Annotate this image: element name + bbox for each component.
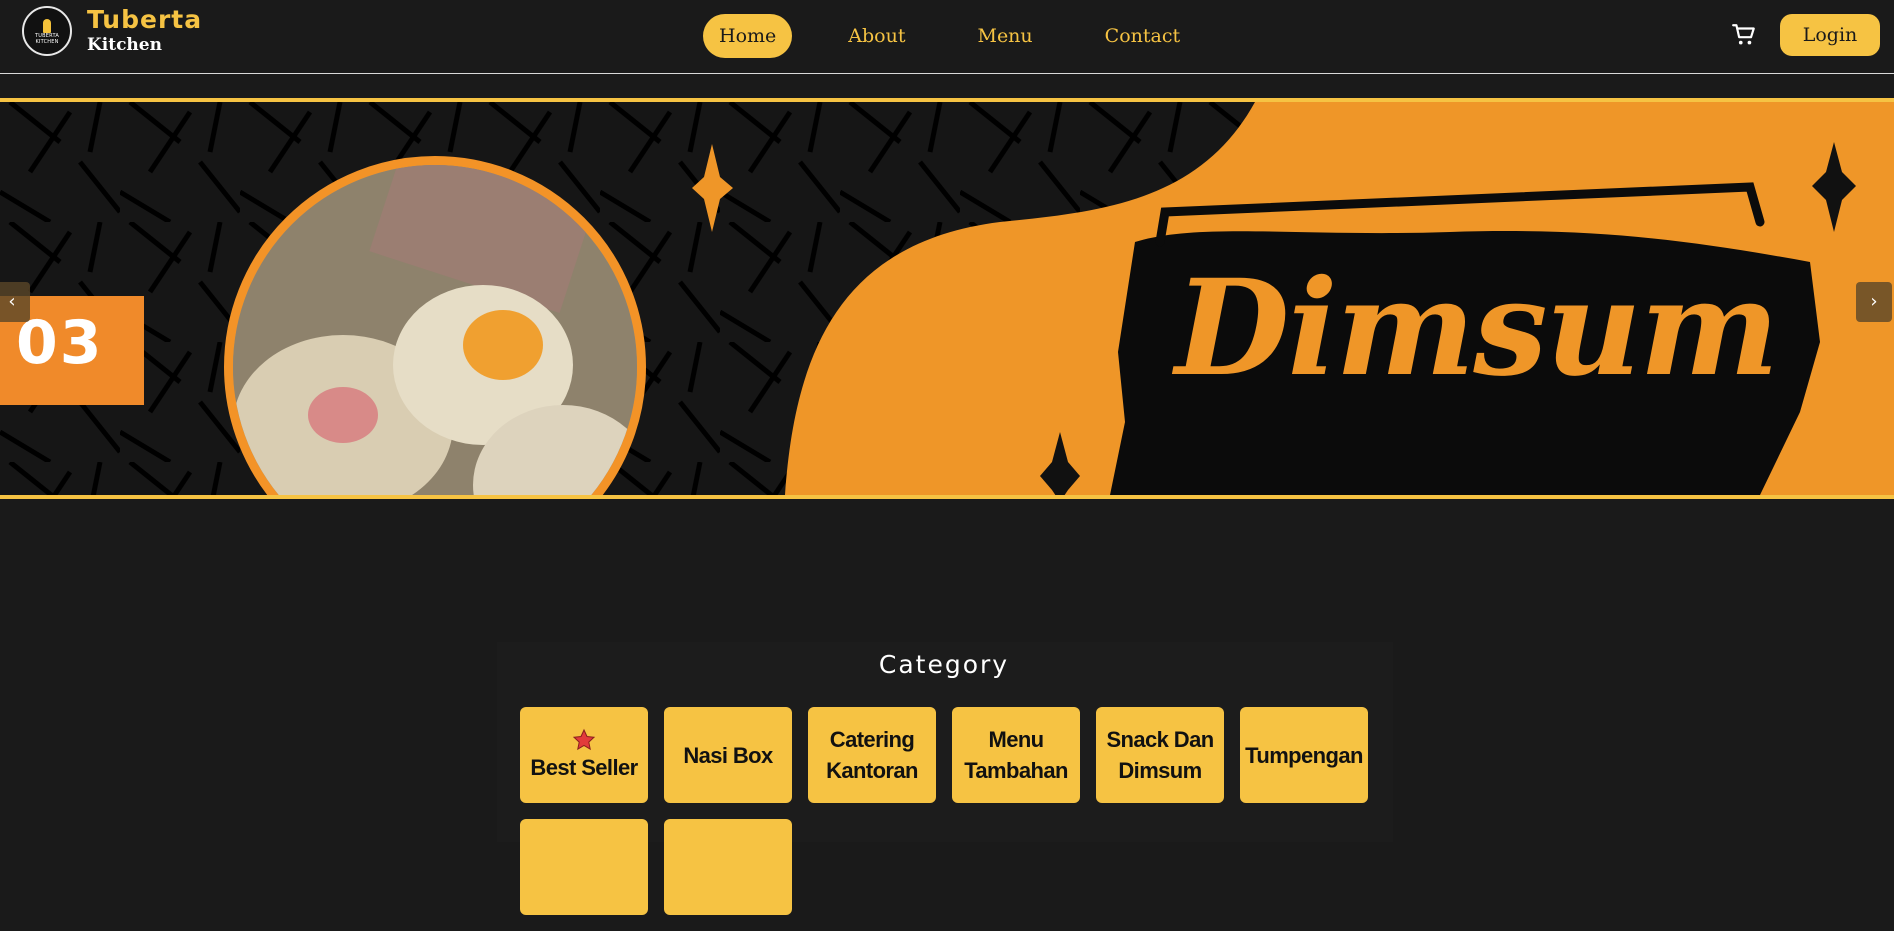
category-label: Catering Kantoran <box>826 727 918 783</box>
cart-icon[interactable] <box>1731 22 1757 48</box>
category-tumpengan[interactable]: Tumpengan <box>1240 707 1368 803</box>
nav-contact[interactable]: Contact <box>1089 14 1196 58</box>
category-card-7[interactable] <box>520 819 648 915</box>
category-best-seller[interactable]: Best Seller <box>520 707 648 803</box>
category-grid: Best Seller Nasi Box Catering Kantoran M… <box>520 707 1400 931</box>
chevron-left-icon: ‹ <box>8 291 16 312</box>
category-catering-kantoran[interactable]: Catering Kantoran <box>808 707 936 803</box>
torch-icon <box>43 19 51 33</box>
dimsum-photo-image <box>233 165 637 495</box>
brand-tagline: Kitchen <box>87 35 162 55</box>
category-card-8[interactable] <box>664 819 792 915</box>
category-label: Tumpengan <box>1245 742 1363 768</box>
hero-slider: 03 Dimsum ‹ › <box>0 98 1894 499</box>
login-button[interactable]: Login <box>1780 14 1880 56</box>
category-label: Menu Tambahan <box>964 727 1068 783</box>
nav-home[interactable]: Home <box>703 14 793 58</box>
category-title: Category <box>878 650 1010 679</box>
navbar: TUBERTA KITCHEN Tuberta Kitchen Home Abo… <box>0 0 1894 74</box>
chevron-right-icon: › <box>1870 291 1878 312</box>
nav-menu[interactable]: Menu <box>961 14 1048 58</box>
category-label: Best Seller <box>530 754 638 780</box>
category-menu-tambahan[interactable]: Menu Tambahan <box>952 707 1080 803</box>
slider-prev-button[interactable]: ‹ <box>0 282 30 322</box>
category-label: Snack Dan Dimsum <box>1106 727 1214 783</box>
brand-name: Tuberta <box>87 5 203 34</box>
category-label: Nasi Box <box>683 742 773 768</box>
slider-next-button[interactable]: › <box>1856 282 1892 322</box>
nav-about[interactable]: About <box>832 14 921 58</box>
star-icon <box>572 728 596 750</box>
category-snack-dimsum[interactable]: Snack Dan Dimsum <box>1096 707 1224 803</box>
brand-logo[interactable]: TUBERTA KITCHEN Tuberta Kitchen <box>22 6 202 56</box>
nav-links: Home About Menu Contact <box>703 14 1236 58</box>
slide-title: Dimsum <box>1175 251 1779 406</box>
logo-emblem-text-2: KITCHEN <box>35 39 59 45</box>
category-nasi-box[interactable]: Nasi Box <box>664 707 792 803</box>
logo-emblem: TUBERTA KITCHEN <box>22 6 72 56</box>
